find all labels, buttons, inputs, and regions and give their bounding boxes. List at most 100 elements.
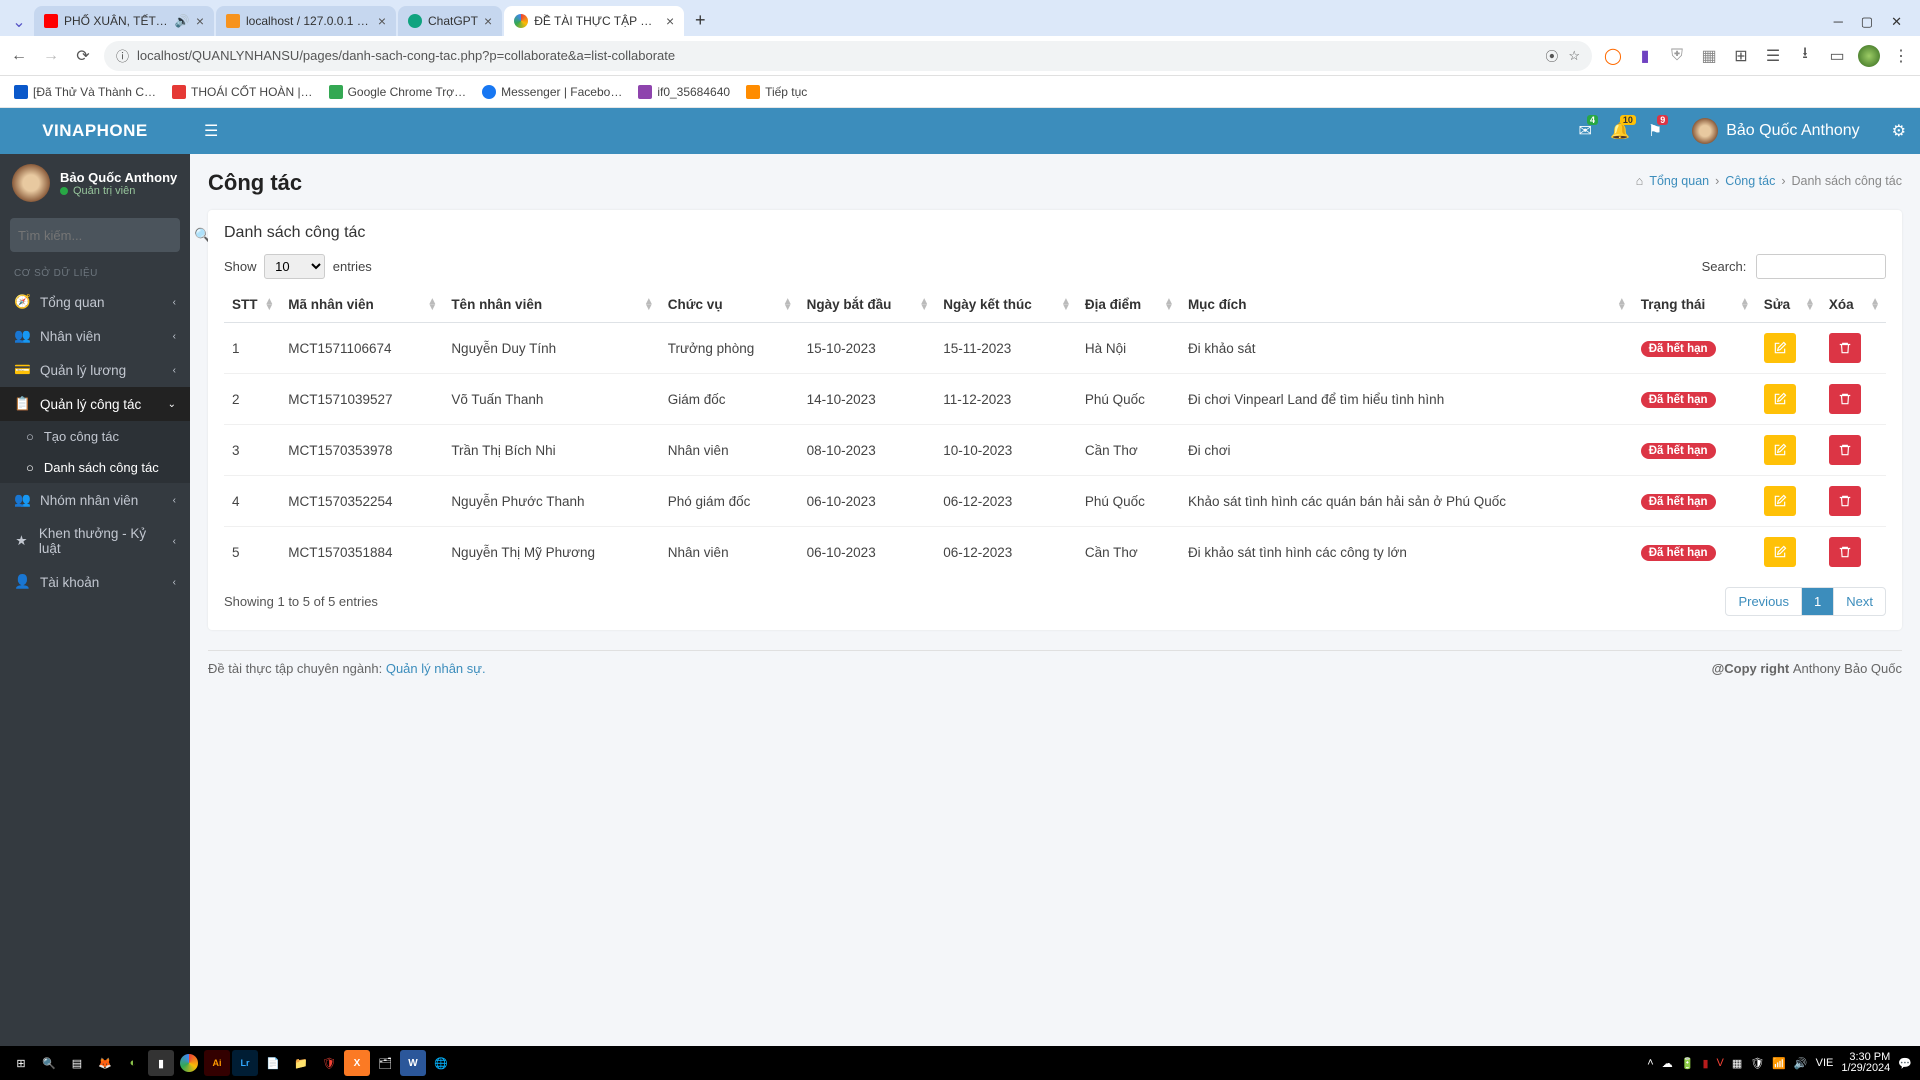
tray-wifi-icon[interactable]: 📶 [1772,1057,1786,1070]
window-close-icon[interactable]: ✕ [1891,14,1902,30]
flag-button[interactable]: ⚑9 [1648,121,1662,141]
site-info-icon[interactable]: ⓘ [116,46,129,65]
notepad-icon[interactable]: 📄 [260,1050,286,1076]
bookmark-item[interactable]: Google Chrome Trợ… [329,85,467,99]
footer-link[interactable]: Quản lý nhân sự. [386,661,486,676]
firefox-icon[interactable]: 🦊 [92,1050,118,1076]
url-box[interactable]: ⓘ localhost/QUANLYNHANSU/pages/danh-sach… [104,41,1592,71]
notification-icon[interactable]: 💬 [1898,1057,1912,1070]
tab-close-icon[interactable]: × [484,13,492,29]
extension-icon[interactable]: ▮ [1634,45,1656,67]
chrome-menu-icon[interactable]: ⌄ [6,12,32,32]
reload-button[interactable]: ⟳ [72,45,94,67]
browser-tab-active[interactable]: ĐỀ TÀI THỰC TẬP CHUYÊN NG…× [504,6,684,36]
tab-close-icon[interactable]: × [378,13,386,29]
extensions-button[interactable]: ⊞ [1730,45,1752,67]
app-icon[interactable]: 🌐 [428,1050,454,1076]
word-icon[interactable]: W [400,1050,426,1076]
tab-close-icon[interactable]: × [666,13,674,29]
edit-button[interactable] [1764,435,1796,465]
bookmark-item[interactable]: if0_35684640 [638,85,730,99]
window-maximize-icon[interactable]: ▢ [1861,14,1873,30]
brand-logo[interactable]: VINAPHONE [0,108,190,154]
browser-tab[interactable]: localhost / 127.0.0.1 / quanly_n…× [216,6,396,36]
next-button[interactable]: Next [1833,588,1885,615]
sidebar-subitem-work-list[interactable]: ○Danh sách công tác [0,452,190,483]
sidebar-item-employee[interactable]: 👥Nhân viên‹ [0,319,190,353]
sidebar-subitem-work-create[interactable]: ○Tạo công tác [0,421,190,452]
xampp-icon[interactable]: X [344,1050,370,1076]
taskbar-clock[interactable]: 3:30 PM 1/29/2024 [1841,1052,1890,1074]
downloads-icon[interactable]: ⭳ [1794,45,1816,67]
extension-icon[interactable]: ◯ [1602,45,1624,67]
chrome-icon[interactable] [176,1050,202,1076]
audio-icon[interactable]: 🔊 [175,14,190,28]
tray-icon[interactable]: V [1717,1057,1724,1069]
bookmark-item[interactable]: THOÁI CỐT HOÀN |… [172,85,313,99]
taskbar-search-icon[interactable]: 🔍 [36,1050,62,1076]
col-header[interactable]: Ngày kết thúc▲▼ [935,287,1077,323]
prev-button[interactable]: Previous [1726,588,1801,615]
table-search-input[interactable] [1756,254,1886,279]
delete-button[interactable] [1829,384,1861,414]
edit-button[interactable] [1764,486,1796,516]
tray-icon[interactable]: ☁ [1662,1057,1673,1070]
extension-icon[interactable]: ▦ [1698,45,1720,67]
edit-button[interactable] [1764,333,1796,363]
tab-close-icon[interactable]: × [196,13,204,29]
back-button[interactable]: ← [8,45,30,67]
breadcrumb-home[interactable]: Tổng quan [1649,174,1709,188]
app-icon[interactable]: ◐ [120,1050,146,1076]
extension-icon[interactable]: ⛨ [1666,45,1688,67]
col-header[interactable]: Trạng thái▲▼ [1633,287,1756,323]
breadcrumb-mid[interactable]: Công tác [1725,174,1775,188]
app-icon[interactable]: 🛡 [316,1050,342,1076]
window-minimize-icon[interactable]: ─ [1834,14,1843,30]
delete-button[interactable] [1829,486,1861,516]
app-icon[interactable]: ▮ [148,1050,174,1076]
bookmark-star-icon[interactable]: ☆ [1568,48,1580,64]
col-header[interactable]: Sửa▲▼ [1756,287,1821,323]
edit-button[interactable] [1764,537,1796,567]
gear-icon[interactable]: ⚙ [1892,121,1906,141]
col-header[interactable]: Mục đích▲▼ [1180,287,1633,323]
illustrator-icon[interactable]: Ai [204,1050,230,1076]
browser-tab[interactable]: ChatGPT× [398,6,502,36]
reading-list-icon[interactable]: ☰ [1762,45,1784,67]
forward-button[interactable]: → [40,45,62,67]
page-1-button[interactable]: 1 [1801,588,1833,615]
lightroom-icon[interactable]: Lr [232,1050,258,1076]
task-view-icon[interactable]: ▤ [64,1050,90,1076]
tray-icon[interactable]: ▦ [1732,1057,1742,1070]
delete-button[interactable] [1829,435,1861,465]
mail-button[interactable]: ✉4 [1579,121,1592,141]
explorer-icon[interactable]: 📁 [288,1050,314,1076]
sidebar-item-salary[interactable]: 💳Quản lý lương‹ [0,353,190,387]
new-tab-button[interactable]: + [686,6,714,34]
chrome-menu-button[interactable]: ⋮ [1890,45,1912,67]
sidebar-item-reward[interactable]: ★Khen thưởng - Kỷ luật‹ [0,517,190,565]
sidebar-item-work[interactable]: 📋Quản lý công tác⌄ [0,387,190,421]
search-input[interactable] [18,228,194,243]
avatar[interactable] [12,164,50,202]
sidebar-item-group[interactable]: 👥Nhóm nhân viên‹ [0,483,190,517]
lens-icon[interactable]: ⦿ [1545,46,1558,65]
sidebar-search[interactable]: 🔍 [10,218,180,252]
menu-toggle-button[interactable]: ☰ [204,121,218,141]
tray-icon[interactable]: 🔋 [1681,1057,1695,1070]
tray-sound-icon[interactable]: 🔊 [1794,1057,1808,1070]
tray-icon[interactable]: ▮ [1702,1057,1708,1070]
col-header[interactable]: STT▲▼ [224,287,280,323]
media-icon[interactable]: ▭ [1826,45,1848,67]
entries-select[interactable]: 10 [264,254,325,279]
col-header[interactable]: Tên nhân viên▲▼ [443,287,659,323]
sidebar-item-overview[interactable]: 🧭Tổng quan‹ [0,285,190,319]
bookmark-item[interactable]: Tiếp tục [746,85,807,99]
bookmark-item[interactable]: Messenger | Facebo… [482,85,622,99]
edit-button[interactable] [1764,384,1796,414]
col-header[interactable]: Ngày bắt đầu▲▼ [799,287,936,323]
bell-button[interactable]: 🔔10 [1610,121,1630,141]
header-user[interactable]: Bảo Quốc Anthony [1692,118,1859,144]
profile-avatar[interactable] [1858,45,1880,67]
sidebar-item-account[interactable]: 👤Tài khoản‹ [0,565,190,599]
